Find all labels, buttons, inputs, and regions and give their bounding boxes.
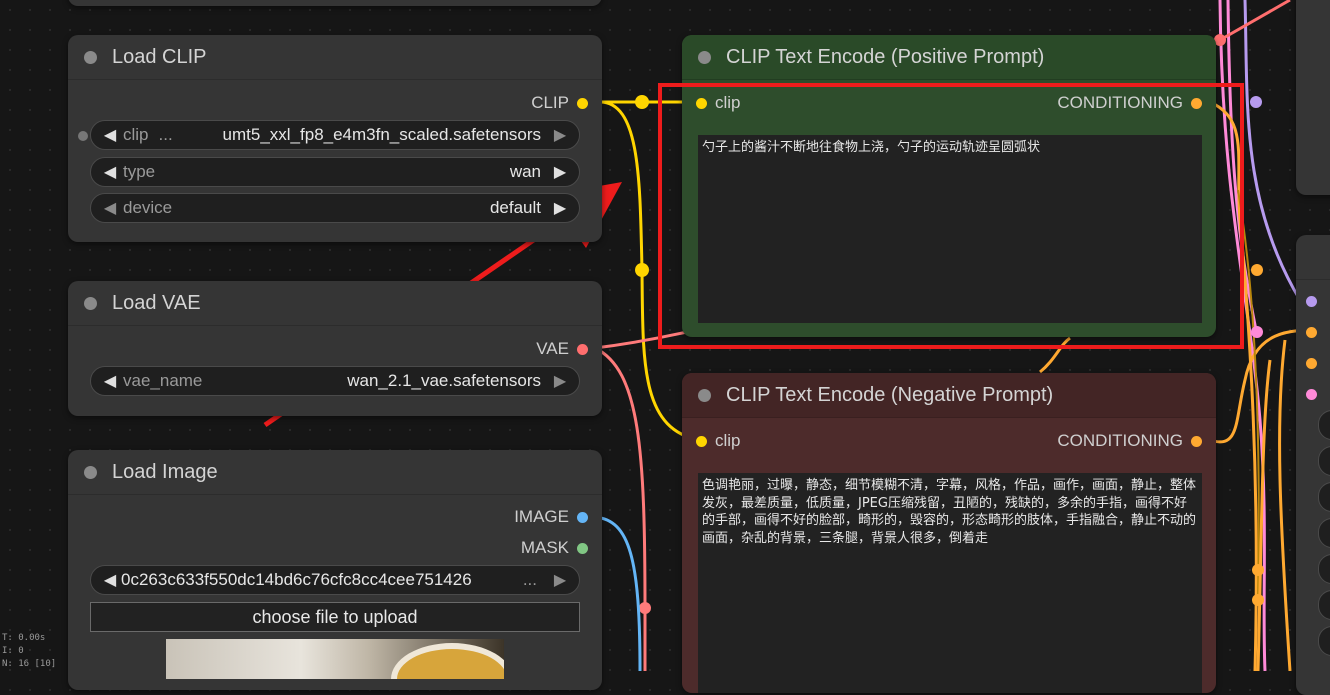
image-preview-bowl bbox=[391, 643, 504, 679]
negative-conditioning-output[interactable]: CONDITIONING bbox=[1057, 431, 1202, 451]
image-output-label: IMAGE bbox=[514, 507, 569, 526]
image-select-widget[interactable]: ◀ 0c263c633f550dc14bd6c76cfc8cc4cee75142… bbox=[90, 565, 580, 595]
widget-ellipsis: ... bbox=[158, 125, 173, 144]
decrement-arrow-icon[interactable]: ◀ bbox=[101, 125, 119, 145]
clip-output-port[interactable] bbox=[577, 97, 588, 109]
widget-value: wan_2.1_vae.safetensors bbox=[347, 371, 541, 390]
node-title-text: CLIP Text Encode (Negative Prompt) bbox=[726, 383, 1054, 406]
partial-widget[interactable] bbox=[1318, 482, 1330, 512]
increment-arrow-icon[interactable]: ▶ bbox=[551, 371, 569, 391]
widget-value: wan bbox=[509, 162, 541, 181]
increment-arrow-icon[interactable]: ▶ bbox=[551, 125, 569, 145]
partial-widget[interactable] bbox=[1318, 590, 1330, 620]
widget-name: vae_name bbox=[123, 371, 203, 390]
conditioning-output-port[interactable] bbox=[1191, 435, 1202, 447]
partial-widget[interactable] bbox=[1318, 410, 1330, 440]
input-port[interactable] bbox=[1306, 389, 1317, 400]
input-port[interactable] bbox=[1306, 358, 1317, 369]
increment-arrow-icon[interactable]: ▶ bbox=[551, 162, 569, 182]
conditioning-output-label: CONDITIONING bbox=[1057, 431, 1183, 450]
decrement-arrow-icon[interactable]: ◀ bbox=[101, 570, 119, 590]
negative-prompt-textarea[interactable]: 色调艳丽，过曝，静态，细节模糊不清，字幕，风格，作品，画作，画面，静止，整体发灰… bbox=[698, 473, 1202, 693]
mask-output-label: MASK bbox=[520, 538, 569, 557]
partial-widget[interactable] bbox=[1318, 518, 1330, 548]
mask-output[interactable]: MASK bbox=[521, 538, 588, 558]
widget-value: umt5_xxl_fp8_e4m3fn_scaled.safetensors bbox=[222, 125, 541, 144]
widget-ellipsis: ... bbox=[522, 570, 537, 589]
load-clip-node[interactable]: Load CLIP CLIP ◀ clip ... umt5_xxl_fp8_e… bbox=[68, 35, 602, 242]
stat-nodes: N: 16 [10] bbox=[2, 659, 57, 669]
clip-output-label: CLIP bbox=[531, 93, 569, 112]
partial-node-right-bottom[interactable] bbox=[1296, 235, 1330, 695]
vae-output[interactable]: VAE bbox=[536, 339, 588, 359]
clip-output[interactable]: CLIP bbox=[531, 93, 588, 113]
load-image-title[interactable]: Load Image bbox=[68, 450, 602, 495]
clip-name-widget[interactable]: ◀ clip ... umt5_xxl_fp8_e4m3fn_scaled.sa… bbox=[90, 120, 580, 150]
negative-prompt-title[interactable]: CLIP Text Encode (Negative Prompt) bbox=[682, 373, 1216, 418]
input-port[interactable] bbox=[1306, 327, 1317, 338]
collapse-dot-icon[interactable] bbox=[698, 51, 711, 64]
image-output[interactable]: IMAGE bbox=[514, 507, 588, 527]
collapse-dot-icon[interactable] bbox=[84, 466, 97, 479]
node-title-text: Load Image bbox=[112, 460, 218, 483]
load-vae-node[interactable]: Load VAE VAE ◀ vae_name wan_2.1_vae.safe… bbox=[68, 281, 602, 416]
clip-input-label: clip bbox=[715, 431, 741, 450]
load-vae-title[interactable]: Load VAE bbox=[68, 281, 602, 326]
collapse-dot-icon[interactable] bbox=[698, 389, 711, 402]
partial-node-right-title bbox=[1296, 235, 1330, 280]
node-title-text: Load VAE bbox=[112, 291, 201, 314]
widget-name: device bbox=[123, 198, 173, 217]
image-output-port[interactable] bbox=[577, 511, 588, 523]
image-preview bbox=[166, 639, 504, 679]
increment-arrow-icon[interactable]: ▶ bbox=[551, 570, 569, 590]
decrement-arrow-icon[interactable]: ◀ bbox=[101, 162, 119, 182]
stat-time: T: 0.00s bbox=[2, 633, 46, 643]
upload-button[interactable]: choose file to upload bbox=[90, 602, 580, 632]
widget-value: 0c263c633f550dc14bd6c76cfc8cc4cee751426 bbox=[121, 570, 472, 589]
load-image-node[interactable]: Load Image IMAGE MASK ◀ 0c263c633f550dc1… bbox=[68, 450, 602, 690]
partial-widget[interactable] bbox=[1318, 626, 1330, 656]
vae-name-widget[interactable]: ◀ vae_name wan_2.1_vae.safetensors ▶ bbox=[90, 366, 580, 396]
decrement-arrow-icon[interactable]: ◀ bbox=[101, 198, 119, 218]
node-title-text: Load CLIP bbox=[112, 45, 207, 68]
negative-clip-input[interactable]: clip bbox=[696, 431, 741, 451]
decrement-arrow-icon[interactable]: ◀ bbox=[101, 371, 119, 391]
clip-type-widget[interactable]: ◀ type wan ▶ bbox=[90, 157, 580, 187]
node-title-text: CLIP Text Encode (Positive Prompt) bbox=[726, 45, 1045, 68]
collapse-dot-icon[interactable] bbox=[84, 51, 97, 64]
partial-widget[interactable] bbox=[1318, 446, 1330, 476]
load-clip-title[interactable]: Load CLIP bbox=[68, 35, 602, 80]
annotation-highlight-box bbox=[658, 83, 1244, 349]
widget-name: clip bbox=[123, 125, 149, 144]
mask-output-port[interactable] bbox=[577, 542, 588, 554]
input-port[interactable] bbox=[1306, 296, 1317, 307]
clip-input-port[interactable] bbox=[696, 435, 707, 447]
clip-widget-input-port[interactable] bbox=[78, 131, 88, 141]
vae-output-label: VAE bbox=[536, 339, 569, 358]
positive-prompt-title[interactable]: CLIP Text Encode (Positive Prompt) bbox=[682, 35, 1216, 80]
widget-value: default bbox=[489, 198, 541, 217]
partial-node-top bbox=[68, 0, 602, 6]
partial-widget[interactable] bbox=[1318, 554, 1330, 584]
collapse-dot-icon[interactable] bbox=[84, 297, 97, 310]
negative-prompt-node[interactable]: CLIP Text Encode (Negative Prompt) clip … bbox=[682, 373, 1216, 693]
partial-node-right-top[interactable] bbox=[1296, 0, 1330, 195]
increment-arrow-icon[interactable]: ▶ bbox=[551, 198, 569, 218]
vae-output-port[interactable] bbox=[577, 343, 588, 355]
widget-name: type bbox=[123, 162, 156, 181]
clip-device-widget[interactable]: ◀ device default ▶ bbox=[90, 193, 580, 223]
stat-iterations: I: 0 bbox=[2, 646, 24, 656]
